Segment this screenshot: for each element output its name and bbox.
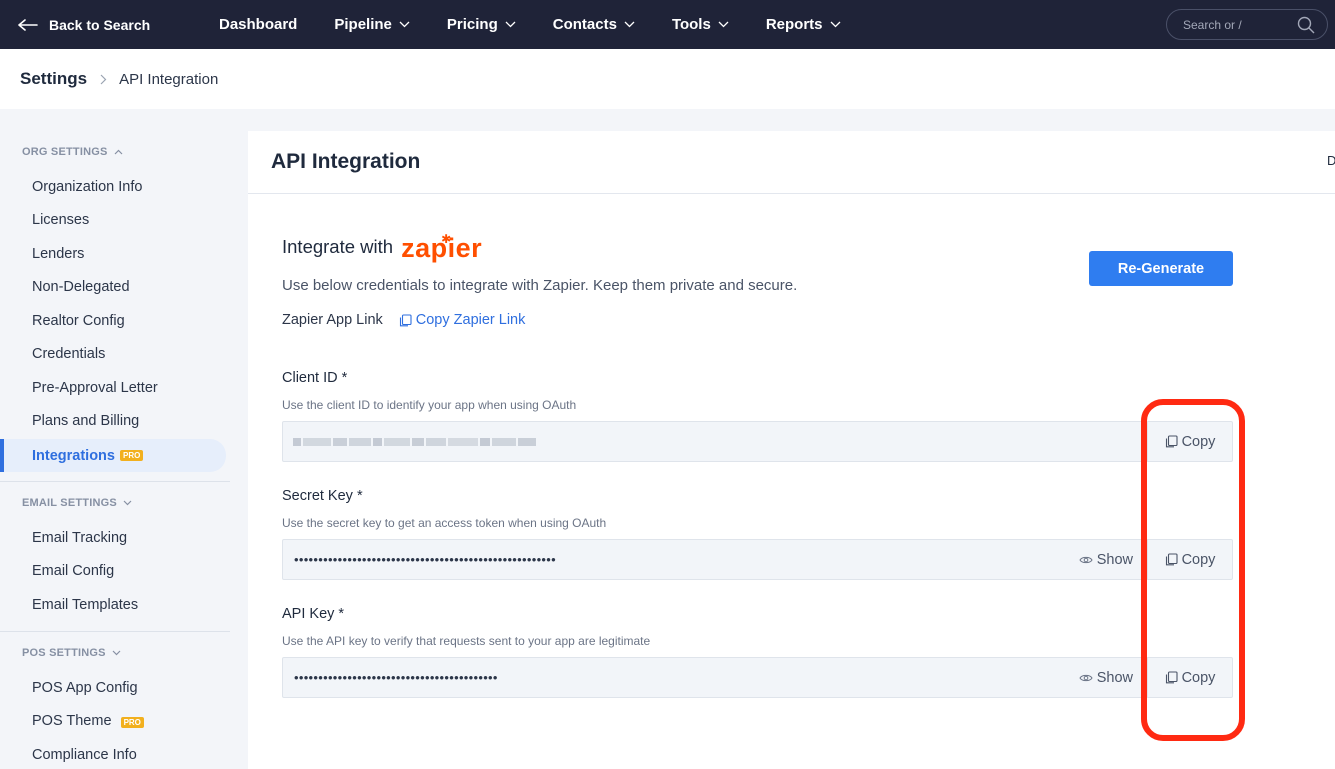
section-divider (0, 481, 230, 482)
integrate-heading: Integrate with zapier ✱ (282, 232, 482, 262)
sidebar-item-email-templates[interactable]: Email Templates (32, 597, 138, 613)
regenerate-button[interactable]: Re-Generate (1089, 251, 1233, 286)
copy-zapier-link[interactable]: Copy Zapier Link (399, 312, 526, 328)
sidebar-item-realtor-config[interactable]: Realtor Config (32, 313, 125, 329)
section-email-settings-label: EMAIL SETTINGS (22, 497, 117, 509)
sidebar-item-pre-approval-letter[interactable]: Pre-Approval Letter (32, 380, 158, 396)
nav-pipeline-label: Pipeline (334, 16, 392, 33)
sidebar-item-integrations-label: Integrations (32, 447, 115, 464)
copy-icon (399, 313, 412, 326)
chevron-down-icon (399, 21, 410, 28)
eye-icon (1079, 674, 1093, 681)
sidebar-item-email-tracking[interactable]: Email Tracking (32, 530, 127, 546)
chevron-up-icon (114, 149, 123, 155)
top-nav: Back to Search Dashboard Pipeline Pricin… (0, 0, 1335, 49)
api-key-label: API Key * (282, 606, 345, 622)
back-to-search-label: Back to Search (49, 16, 151, 33)
section-org-settings-label: ORG SETTINGS (22, 146, 108, 158)
section-pos-settings-label: POS SETTINGS (22, 647, 106, 659)
page-title: API Integration (271, 150, 421, 173)
breadcrumb: Settings API Integration (0, 49, 1335, 109)
breadcrumb-settings[interactable]: Settings (20, 69, 87, 89)
sidebar-item-licenses[interactable]: Licenses (32, 212, 89, 228)
chevron-down-icon (123, 500, 132, 506)
nav-reports[interactable]: Reports (766, 16, 841, 33)
nav-pipeline[interactable]: Pipeline (334, 16, 410, 33)
chevron-down-icon (505, 21, 516, 28)
sidebar-item-pos-theme[interactable]: POS Theme PRO (32, 713, 144, 729)
show-api-key-button[interactable]: Show (1079, 670, 1147, 686)
chevron-down-icon (718, 21, 729, 28)
nav-tools-label: Tools (671, 16, 711, 33)
panel-edge-text: D (1327, 153, 1335, 168)
search-placeholder: Search or / (1183, 17, 1242, 32)
client-id-label: Client ID * (282, 370, 348, 386)
sidebar-item-non-delegated[interactable]: Non-Delegated (32, 279, 130, 295)
nav-dashboard-label: Dashboard (219, 16, 298, 33)
nav-dashboard[interactable]: Dashboard (219, 16, 297, 33)
sidebar-item-plans-and-billing[interactable]: Plans and Billing (32, 413, 139, 429)
integrate-with-label: Integrate with (282, 236, 394, 257)
api-key-value: ••••••••••••••••••••••••••••••••••••••••… (294, 670, 498, 685)
back-to-search-link[interactable]: Back to Search (18, 0, 150, 49)
search-icon[interactable] (1297, 16, 1315, 37)
show-secret-key-button[interactable]: Show (1079, 552, 1147, 568)
breadcrumb-current: API Integration (119, 70, 219, 88)
chevron-down-icon (112, 650, 121, 656)
show-label: Show (1096, 669, 1133, 686)
sidebar-item-email-config[interactable]: Email Config (32, 563, 114, 579)
chevron-down-icon (624, 21, 635, 28)
pro-badge: PRO (119, 450, 144, 461)
zapier-asterisk-icon: ✱ (441, 232, 452, 246)
client-id-redacted-value (293, 437, 538, 446)
sidebar-item-lenders[interactable]: Lenders (32, 246, 84, 262)
settings-sidebar: ORG SETTINGS Organization Info Licenses … (0, 131, 230, 769)
secret-key-field[interactable]: ••••••••••••••••••••••••••••••••••••••••… (282, 539, 1233, 580)
main-menu: Dashboard Pipeline Pricing Contacts Tool… (219, 0, 878, 49)
chevron-down-icon (830, 21, 841, 28)
show-label: Show (1096, 551, 1133, 568)
nav-pricing-label: Pricing (446, 16, 498, 33)
nav-pricing[interactable]: Pricing (447, 16, 516, 33)
sidebar-item-pos-app-config[interactable]: POS App Config (32, 680, 138, 696)
api-key-field[interactable]: ••••••••••••••••••••••••••••••••••••••••… (282, 657, 1233, 698)
client-id-hint: Use the client ID to identify your app w… (282, 398, 577, 412)
zapier-app-link-row: Zapier App Link Copy Zapier Link (282, 312, 525, 328)
eye-icon (1079, 556, 1093, 563)
section-pos-settings[interactable]: POS SETTINGS (22, 647, 121, 659)
nav-tools[interactable]: Tools (672, 16, 729, 33)
nav-contacts[interactable]: Contacts (553, 16, 635, 33)
title-divider (248, 193, 1335, 194)
zapier-app-link-label: Zapier App Link (282, 312, 383, 328)
secret-key-label: Secret Key * (282, 488, 363, 504)
sidebar-item-integrations[interactable]: Integrations PRO (0, 439, 226, 472)
copy-buttons-highlight (1141, 399, 1245, 741)
client-id-field[interactable]: Copy (282, 421, 1233, 462)
zapier-logo: zapier ✱ (401, 232, 482, 262)
api-key-hint: Use the API key to verify that requests … (282, 634, 651, 648)
section-org-settings[interactable]: ORG SETTINGS (22, 146, 123, 158)
sidebar-item-pos-theme-label: POS Theme (32, 713, 112, 729)
nav-reports-label: Reports (765, 16, 823, 33)
secret-key-hint: Use the secret key to get an access toke… (282, 516, 607, 530)
copy-zapier-link-label: Copy Zapier Link (415, 312, 526, 328)
sidebar-item-compliance-info[interactable]: Compliance Info (32, 747, 137, 763)
sidebar-item-organization-info[interactable]: Organization Info (32, 179, 142, 195)
section-email-settings[interactable]: EMAIL SETTINGS (22, 497, 132, 509)
integration-description: Use below credentials to integrate with … (282, 277, 798, 294)
sidebar-item-credentials[interactable]: Credentials (32, 346, 105, 362)
secret-key-value: ••••••••••••••••••••••••••••••••••••••••… (294, 552, 556, 567)
arrow-left-icon (18, 18, 38, 31)
search-input[interactable]: Search or / (1166, 9, 1328, 40)
chevron-right-icon (100, 74, 107, 85)
section-divider (0, 631, 230, 632)
nav-contacts-label: Contacts (552, 16, 617, 33)
pro-badge: PRO (120, 717, 144, 728)
